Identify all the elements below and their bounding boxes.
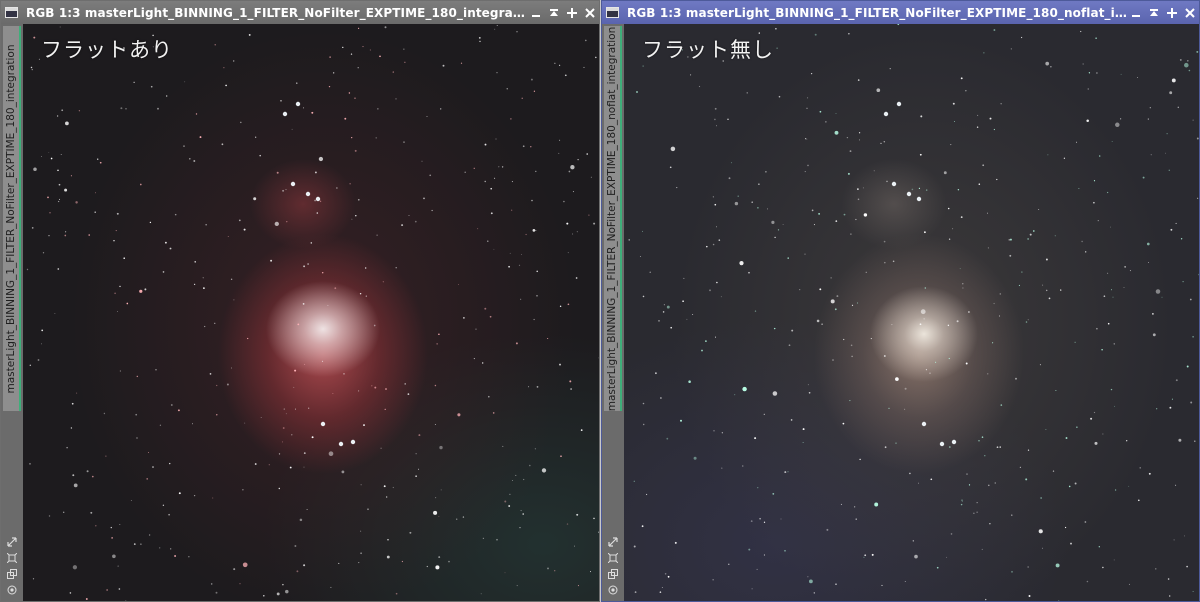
image-caption: フラットあり bbox=[41, 38, 173, 62]
clone-icon[interactable] bbox=[5, 567, 19, 581]
fit-view-icon[interactable] bbox=[606, 535, 620, 549]
fit-view-icon[interactable] bbox=[5, 535, 19, 549]
zoom-icon[interactable] bbox=[606, 551, 620, 565]
minimize-icon[interactable] bbox=[1127, 4, 1145, 22]
image-window-icon bbox=[5, 7, 18, 18]
image-view[interactable]: フラットあり bbox=[23, 24, 599, 601]
window-sidebar: masterLight_BINNING_1_FILTER_NoFilter_EX… bbox=[1, 24, 23, 601]
window-titlebar[interactable]: RGB 1:3 masterLight_BINNING_1_FILTER_NoF… bbox=[1, 1, 599, 24]
image-window-icon bbox=[606, 7, 619, 18]
star-field bbox=[26, 25, 599, 601]
maximize-icon[interactable] bbox=[563, 4, 581, 22]
shade-icon[interactable] bbox=[1145, 4, 1163, 22]
star-field bbox=[628, 24, 1199, 601]
shade-icon[interactable] bbox=[545, 4, 563, 22]
window-sidebar: masterLight_BINNING_1_FILTER_NoFilter_EX… bbox=[602, 24, 624, 601]
window-titlebar[interactable]: RGB 1:3 masterLight_BINNING_1_FILTER_NoF… bbox=[602, 1, 1199, 24]
view-identifier-tab[interactable]: masterLight_BINNING_1_FILTER_NoFilter_EX… bbox=[604, 26, 622, 411]
image-window-with-flat[interactable]: RGB 1:3 masterLight_BINNING_1_FILTER_NoF… bbox=[0, 0, 600, 602]
zoom-icon[interactable] bbox=[5, 551, 19, 565]
window-title: RGB 1:3 masterLight_BINNING_1_FILTER_NoF… bbox=[26, 5, 527, 20]
settings-icon[interactable] bbox=[606, 583, 620, 597]
maximize-icon[interactable] bbox=[1163, 4, 1181, 22]
view-identifier-label: masterLight_BINNING_1_FILTER_NoFilter_EX… bbox=[606, 26, 618, 411]
view-identifier-label: masterLight_BINNING_1_FILTER_NoFilter_EX… bbox=[5, 43, 17, 394]
clone-icon[interactable] bbox=[606, 567, 620, 581]
image-window-without-flat[interactable]: RGB 1:3 masterLight_BINNING_1_FILTER_NoF… bbox=[601, 0, 1200, 602]
image-view[interactable]: フラット無し bbox=[624, 24, 1199, 601]
window-title: RGB 1:3 masterLight_BINNING_1_FILTER_NoF… bbox=[627, 5, 1127, 20]
close-icon[interactable] bbox=[1181, 4, 1199, 22]
minimize-icon[interactable] bbox=[527, 4, 545, 22]
settings-icon[interactable] bbox=[5, 583, 19, 597]
close-icon[interactable] bbox=[581, 4, 599, 22]
view-identifier-tab[interactable]: masterLight_BINNING_1_FILTER_NoFilter_EX… bbox=[3, 26, 21, 411]
image-caption: フラット無し bbox=[642, 38, 774, 62]
